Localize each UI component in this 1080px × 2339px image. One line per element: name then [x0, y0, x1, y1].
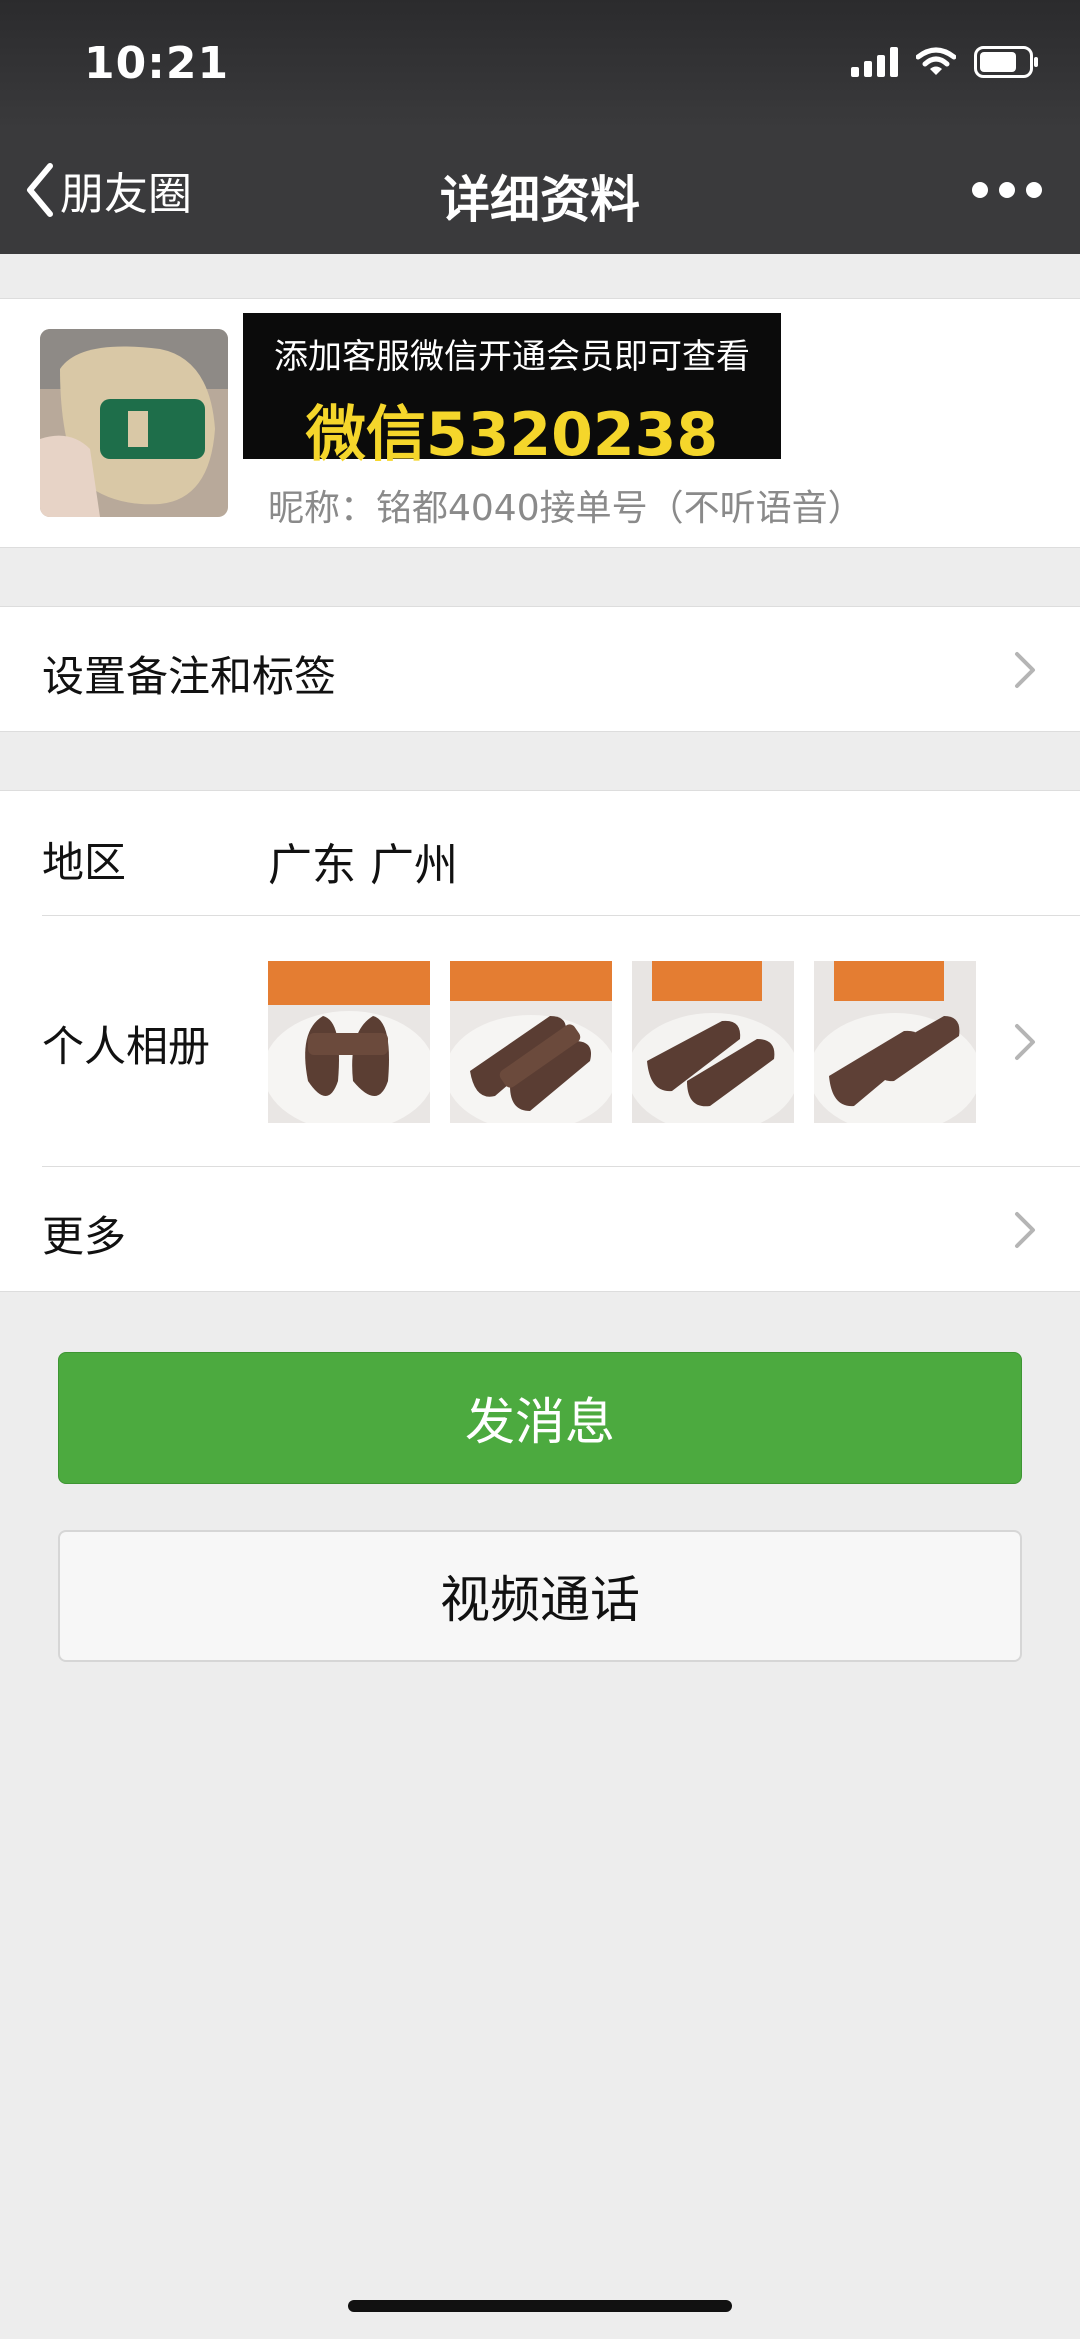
album-label: 个人相册 — [42, 1022, 211, 1071]
send-message-button[interactable]: 发消息 — [58, 1352, 1022, 1484]
home-indicator[interactable] — [348, 2300, 732, 2312]
album-photo[interactable] — [450, 961, 612, 1123]
system-icons — [851, 46, 1040, 78]
battery-icon — [974, 46, 1040, 78]
promo-banner: 添加客服微信开通会员即可查看 微信5320238 — [243, 313, 781, 470]
signal-icon — [851, 47, 898, 77]
status-bar: 10:21 — [0, 0, 1080, 130]
divider — [42, 915, 1080, 916]
navigation-bar: 朋友圈 详细资料 — [0, 130, 1080, 254]
region-value: 广东 广州 — [268, 840, 458, 891]
chevron-right-icon — [1015, 1212, 1035, 1248]
avatar[interactable] — [40, 329, 228, 517]
banner-line1: 添加客服微信开通会员即可查看 — [274, 337, 750, 377]
chevron-right-icon — [1015, 1024, 1035, 1060]
video-call-button[interactable]: 视频通话 — [58, 1530, 1022, 1662]
album-photo[interactable] — [632, 961, 794, 1123]
status-time: 10:21 — [84, 38, 230, 89]
page-title: 详细资料 — [440, 171, 640, 229]
wifi-icon — [916, 47, 956, 77]
divider — [42, 1166, 1080, 1167]
info-section: 地区 广东 广州 个人相册 更多 — [0, 790, 1080, 1292]
more-label: 更多 — [42, 1212, 127, 1261]
profile-card[interactable]: 添加客服微信开通会员即可查看 微信5320238 昵称：铭都4040接单号（不听… — [0, 298, 1080, 548]
album-thumbnails[interactable] — [268, 961, 976, 1123]
remark-tags-row[interactable]: 设置备注和标签 — [0, 606, 1080, 732]
chevron-right-icon — [1015, 652, 1035, 688]
banner-line2: 微信5320238 — [305, 400, 719, 470]
nickname: 昵称：铭都4040接单号（不听语音） — [268, 488, 864, 529]
remark-tags-label: 设置备注和标签 — [42, 652, 337, 701]
region-label: 地区 — [42, 838, 127, 887]
album-photo[interactable] — [814, 961, 976, 1123]
more-dots-icon[interactable] — [972, 170, 1042, 210]
album-photo[interactable] — [268, 961, 430, 1123]
